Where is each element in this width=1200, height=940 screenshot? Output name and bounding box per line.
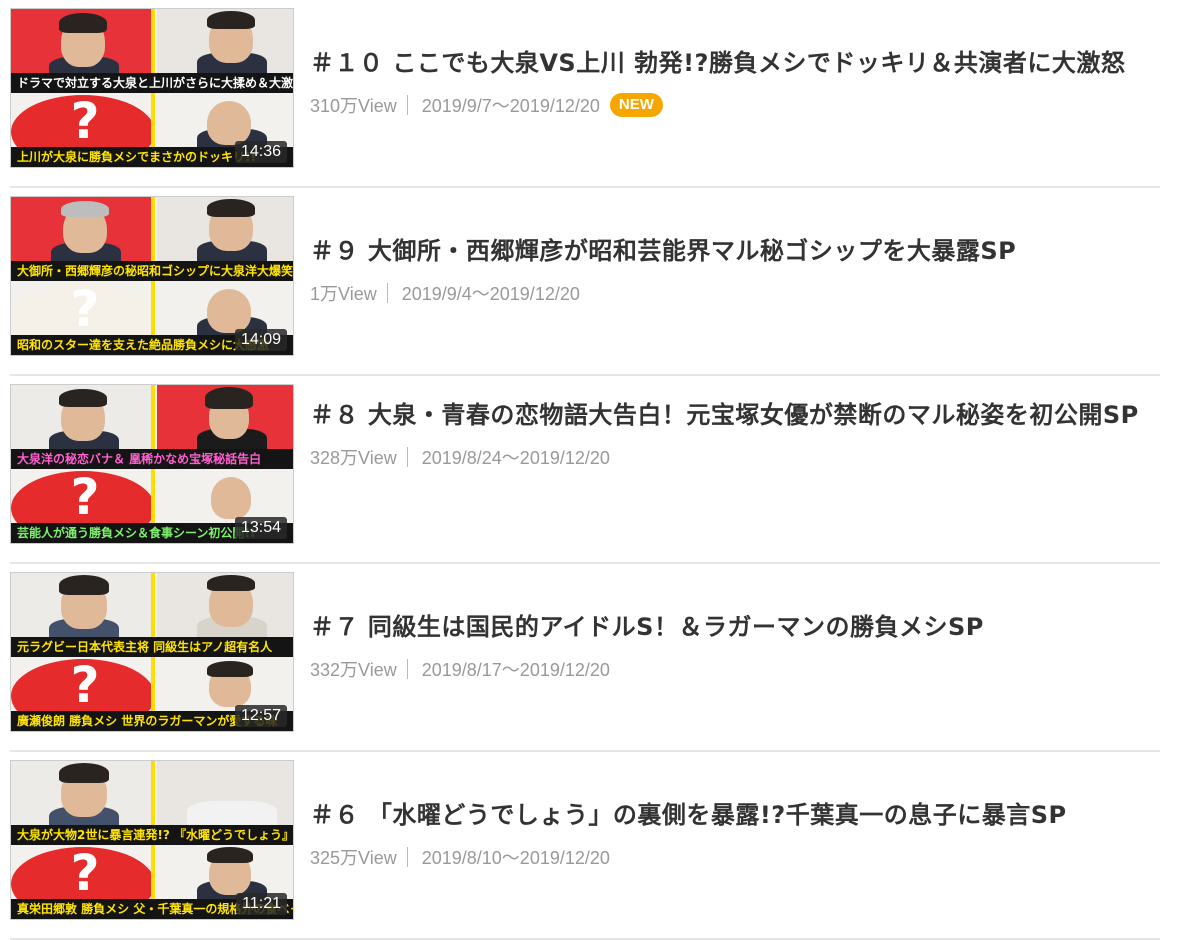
episode-row[interactable]: ? 大御所・西郷輝彦の秘昭和ゴシップに大泉洋大爆笑 昭和のスター達を支えた絶品勝… [10, 188, 1160, 376]
episode-info: ＃９ 大御所・西郷輝彦が昭和芸能界マル秘ゴシップを大暴露SP 1万View 20… [310, 232, 1160, 306]
episode-row[interactable]: ? 元ラグビー日本代表主将 同級生はアノ超有名人 廣瀬俊朗 勝負メシ 世界のラガ… [10, 564, 1160, 752]
availability-dates: 2019/8/17〜2019/12/20 [421, 660, 610, 680]
episode-title[interactable]: ＃７ 同級生は国民的アイドルS！＆ラガーマンの勝負メシSP [310, 608, 1160, 646]
video-duration: 14:36 [234, 141, 287, 163]
new-badge: NEW [609, 93, 663, 117]
view-count: 328万View [310, 448, 397, 468]
video-duration: 13:54 [234, 517, 287, 539]
episode-meta: 325万View 2019/8/10〜2019/12/20 [310, 844, 1160, 870]
episode-row[interactable]: ? ドラマで対立する大泉と上川がさらに大揉め＆大激怒! 上川が大泉に勝負メシでま… [10, 0, 1160, 188]
availability-dates: 2019/8/24〜2019/12/20 [421, 448, 610, 468]
thumbnail-caption-top: 大泉洋の秘恋バナ＆ 凰稀かなめ宝塚秘話告白 [11, 449, 293, 469]
episode-info: ＃１０ ここでも大泉VS上川 勃発!?勝負メシでドッキリ＆共演者に大激怒 310… [310, 44, 1160, 118]
meta-divider [406, 95, 408, 115]
availability-dates: 2019/8/10〜2019/12/20 [421, 848, 610, 868]
episode-title[interactable]: ＃６ 「水曜どうでしょう」の裏側を暴露!?千葉真一の息子に暴言SP [310, 796, 1160, 834]
episode-row[interactable]: ? 大泉が大物2世に暴言連発!? 『水曜どうでしょう』秘話続出!? 真栄田郷敦 … [10, 752, 1160, 940]
availability-dates: 2019/9/4〜2019/12/20 [401, 284, 580, 304]
thumbnail-caption-top: ドラマで対立する大泉と上川がさらに大揉め＆大激怒! [11, 73, 293, 93]
video-duration: 12:57 [234, 705, 287, 727]
episode-thumbnail[interactable]: ? ドラマで対立する大泉と上川がさらに大揉め＆大激怒! 上川が大泉に勝負メシでま… [10, 8, 294, 168]
episode-title[interactable]: ＃１０ ここでも大泉VS上川 勃発!?勝負メシでドッキリ＆共演者に大激怒 [310, 44, 1160, 82]
episode-info: ＃８ 大泉・青春の恋物語大告白！元宝塚女優が禁断のマル秘姿を初公開SP 328万… [310, 396, 1160, 470]
episode-title[interactable]: ＃８ 大泉・青春の恋物語大告白！元宝塚女優が禁断のマル秘姿を初公開SP [310, 396, 1160, 434]
video-duration: 14:09 [234, 329, 287, 351]
episode-meta: 1万View 2019/9/4〜2019/12/20 [310, 280, 1160, 306]
thumbnail-caption-top: 大御所・西郷輝彦の秘昭和ゴシップに大泉洋大爆笑 [11, 261, 293, 281]
thumbnail-caption-top: 元ラグビー日本代表主将 同級生はアノ超有名人 [11, 637, 293, 657]
meta-divider [406, 447, 408, 467]
episode-info: ＃６ 「水曜どうでしょう」の裏側を暴露!?千葉真一の息子に暴言SP 325万Vi… [310, 796, 1160, 870]
question-mark-icon: ? [70, 468, 100, 526]
episode-thumbnail[interactable]: ? 大泉が大物2世に暴言連発!? 『水曜どうでしょう』秘話続出!? 真栄田郷敦 … [10, 760, 294, 920]
meta-divider [406, 659, 408, 679]
episode-row[interactable]: ? 大泉洋の秘恋バナ＆ 凰稀かなめ宝塚秘話告白 芸能人が通う勝負メシ＆食事シーン… [10, 376, 1160, 564]
meta-divider [386, 283, 388, 303]
video-duration: 11:21 [236, 893, 287, 915]
episode-thumbnail[interactable]: ? 大御所・西郷輝彦の秘昭和ゴシップに大泉洋大爆笑 昭和のスター達を支えた絶品勝… [10, 196, 294, 356]
episode-meta: 310万View 2019/9/7〜2019/12/20 NEW [310, 92, 1160, 118]
view-count: 332万View [310, 660, 397, 680]
episode-title[interactable]: ＃９ 大御所・西郷輝彦が昭和芸能界マル秘ゴシップを大暴露SP [310, 232, 1160, 270]
episode-info: ＃７ 同級生は国民的アイドルS！＆ラガーマンの勝負メシSP 332万View 2… [310, 608, 1160, 682]
question-mark-icon: ? [70, 92, 100, 150]
thumbnail-caption-top: 大泉が大物2世に暴言連発!? 『水曜どうでしょう』秘話続出!? [11, 825, 293, 845]
episode-thumbnail[interactable]: ? 元ラグビー日本代表主将 同級生はアノ超有名人 廣瀬俊朗 勝負メシ 世界のラガ… [10, 572, 294, 732]
question-mark-icon: ? [70, 844, 100, 902]
view-count: 1万View [310, 284, 377, 304]
view-count: 310万View [310, 96, 397, 116]
question-mark-icon: ? [70, 656, 100, 714]
episode-meta: 328万View 2019/8/24〜2019/12/20 [310, 444, 1160, 470]
question-mark-icon: ? [70, 280, 100, 338]
episode-meta: 332万View 2019/8/17〜2019/12/20 [310, 656, 1160, 682]
episode-thumbnail[interactable]: ? 大泉洋の秘恋バナ＆ 凰稀かなめ宝塚秘話告白 芸能人が通う勝負メシ＆食事シーン… [10, 384, 294, 544]
view-count: 325万View [310, 848, 397, 868]
availability-dates: 2019/9/7〜2019/12/20 [421, 96, 600, 116]
meta-divider [406, 847, 408, 867]
